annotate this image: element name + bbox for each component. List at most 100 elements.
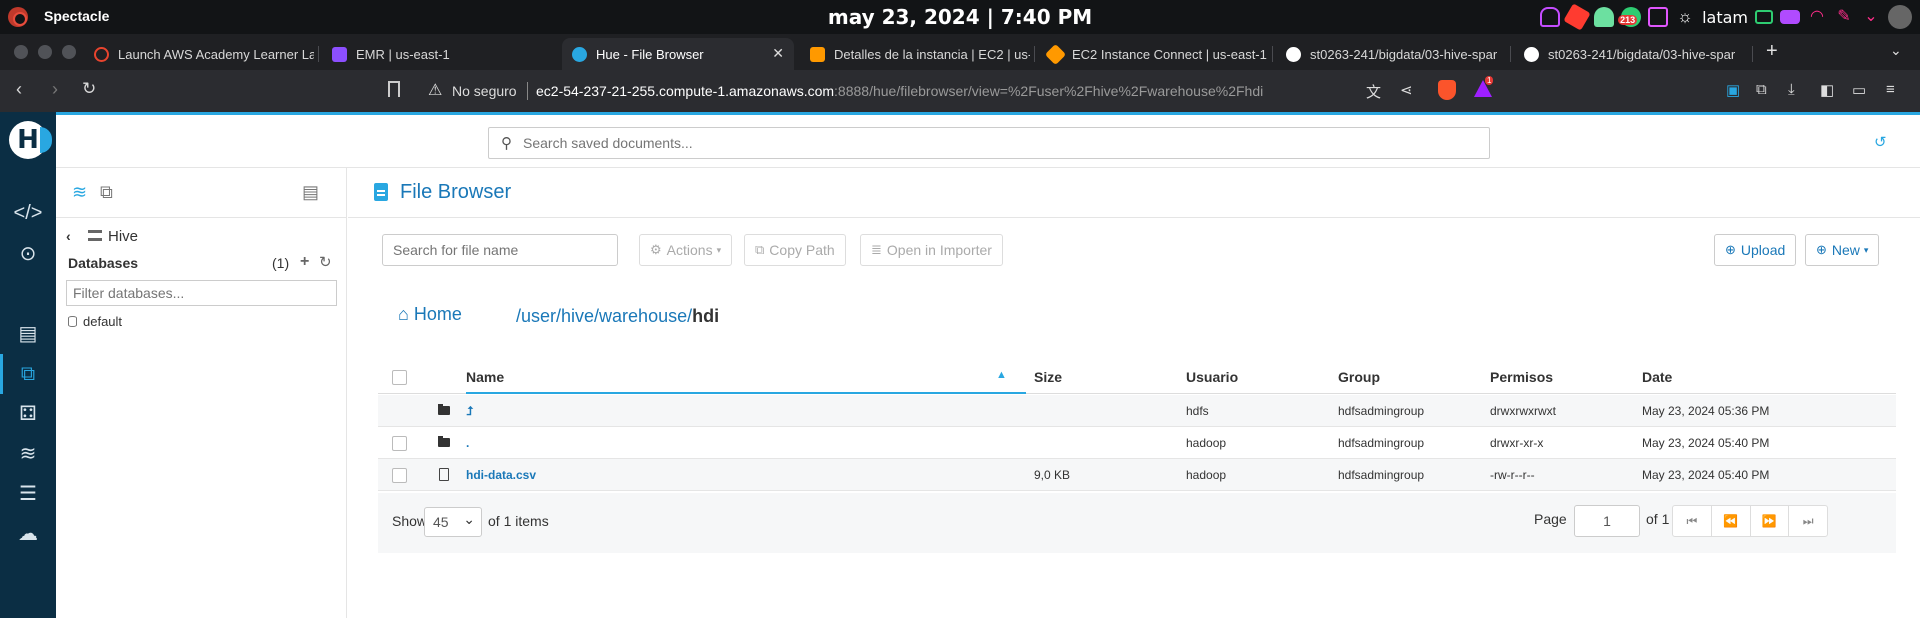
sidebar-icon[interactable]: ◧ <box>1820 81 1834 99</box>
table-row[interactable]: hdi-data.csv 9,0 KB hadoop hdfsadmingrou… <box>378 459 1896 491</box>
ghost-app-icon[interactable] <box>1594 7 1615 27</box>
browser-address-bar: ‹ › ↻ ⚠ No seguro ec2-54-237-21-255.comp… <box>0 70 1920 112</box>
tab-ec2-instance-details[interactable]: Detalles de la instancia | EC2 | us- <box>800 38 1030 70</box>
upload-button[interactable]: ⊕ Upload <box>1714 234 1797 266</box>
tab-github-2[interactable]: st0263-241/bigdata/03-hive-spar <box>1514 38 1744 70</box>
reload-icon[interactable]: ↻ <box>82 79 96 99</box>
warning-triangle-icon[interactable]: ⚠ <box>428 80 442 100</box>
new-dropdown-button[interactable]: ⊕ New ▾ <box>1805 234 1880 266</box>
new-tab-plus-icon[interactable]: + <box>1766 40 1778 63</box>
tray-expand-chevron-icon[interactable]: ⌄ <box>1861 7 1881 27</box>
file-name-link[interactable]: . <box>466 427 469 459</box>
brightness-icon[interactable]: ☼ <box>1675 7 1695 27</box>
column-header-size[interactable]: Size <box>1034 361 1062 393</box>
table-row[interactable]: . hadoop hdfsadmingroup drwxr-xr-x May 2… <box>378 427 1896 459</box>
sql-database-icon[interactable]: ≋ <box>72 182 87 203</box>
column-header-name[interactable]: Name <box>466 361 504 393</box>
refresh-icon[interactable]: ↻ <box>319 253 332 271</box>
file-name-search-input[interactable] <box>382 234 618 266</box>
column-header-group[interactable]: Group <box>1338 361 1380 393</box>
database-item-default[interactable]: default <box>68 314 122 329</box>
last-page-icon[interactable]: ⏭ <box>1789 506 1827 536</box>
editor-code-icon[interactable]: </> <box>0 199 56 227</box>
user-avatar[interactable] <box>1888 5 1912 29</box>
security-status[interactable]: No seguro <box>452 83 517 99</box>
bookmark-icon[interactable] <box>388 81 400 97</box>
window-minimize-button[interactable] <box>38 45 52 59</box>
pen-off-icon[interactable]: ✎ <box>1834 7 1854 27</box>
back-arrow-icon[interactable]: ‹ <box>16 79 22 100</box>
search-input[interactable] <box>523 132 1473 154</box>
select-all-checkbox[interactable] <box>392 370 407 385</box>
home-breadcrumb[interactable]: ⌂ Home <box>398 304 462 325</box>
hbase-cubes-icon[interactable]: ⚃ <box>0 400 56 428</box>
updates-icon[interactable]: 213 <box>1618 7 1642 27</box>
documents-folder-icon[interactable]: ▤ <box>0 320 56 348</box>
jobs-list-icon[interactable]: ☰ <box>0 480 56 508</box>
documents-icon[interactable]: ▤ <box>302 182 319 203</box>
app-hexagon-icon[interactable] <box>1563 3 1591 31</box>
database-icon[interactable]: ≋ <box>0 440 56 468</box>
saved-documents-search[interactable]: ⚲ <box>488 127 1490 159</box>
wifi-icon[interactable]: ◠ <box>1807 7 1827 27</box>
window-close-button[interactable] <box>14 45 28 59</box>
actions-dropdown-button[interactable]: ⚙ Actions ▾ <box>639 234 733 266</box>
brave-shields-icon[interactable] <box>1438 80 1456 100</box>
next-page-icon[interactable]: ⏩ <box>1751 506 1790 536</box>
tab-list-chevron-icon[interactable]: ⌄ <box>1890 42 1902 59</box>
hive-back-link[interactable]: Hive <box>108 228 138 245</box>
column-header-usuario[interactable]: Usuario <box>1186 361 1238 393</box>
page-size-select[interactable]: 45 <box>424 507 482 537</box>
first-page-icon[interactable]: ⏮ <box>1673 506 1712 536</box>
translate-icon[interactable]: 文 <box>1366 81 1381 102</box>
hdfs-files-icon[interactable]: ⧉ <box>100 182 113 203</box>
url-field[interactable]: ec2-54-237-21-255.compute-1.amazonaws.co… <box>536 83 1263 99</box>
sort-ascending-icon[interactable]: ▲ <box>996 369 1007 381</box>
column-header-permisos[interactable]: Permisos <box>1490 361 1553 393</box>
upload-arrow-icon: ⊕ <box>1725 242 1736 257</box>
extension-icon[interactable]: ▣ <box>1726 81 1740 99</box>
add-database-plus-icon[interactable]: + <box>300 253 309 271</box>
extensions-puzzle-icon[interactable]: ⧉ <box>1756 81 1767 98</box>
tab-github-1[interactable]: st0263-241/bigdata/03-hive-spar <box>1276 38 1506 70</box>
tab-emr[interactable]: EMR | us-east-1 <box>322 38 552 70</box>
file-name-link[interactable]: ⮥ <box>466 395 473 427</box>
file-browser-icon[interactable]: ⧉ <box>0 354 56 394</box>
share-icon[interactable]: ⋖ <box>1400 81 1413 99</box>
menu-icon[interactable]: ≡ <box>1886 81 1895 98</box>
history-icon[interactable]: ↺ <box>1874 133 1887 151</box>
app-name: Spectacle <box>44 8 110 24</box>
notification-bell-icon[interactable] <box>1540 7 1561 27</box>
filter-databases-input[interactable] <box>66 280 337 306</box>
brave-rewards-icon[interactable]: 1 <box>1474 76 1494 97</box>
page-number-input[interactable]: 1 <box>1574 505 1640 537</box>
row-checkbox[interactable] <box>392 436 407 451</box>
open-in-importer-button[interactable]: ≣ Open in Importer <box>860 234 1003 266</box>
keyboard-icon[interactable] <box>1780 10 1800 24</box>
clipboard-icon[interactable] <box>1648 7 1669 27</box>
column-header-date[interactable]: Date <box>1642 361 1672 393</box>
tab-aws-academy[interactable]: Launch AWS Academy Learner La <box>84 38 314 70</box>
github-favicon-icon <box>1286 46 1301 62</box>
back-chevron-icon[interactable]: ‹ <box>66 228 71 244</box>
path-breadcrumb[interactable]: /user/hive/warehouse/hdi <box>516 306 719 327</box>
close-tab-icon[interactable]: ✕ <box>772 45 784 62</box>
previous-page-icon[interactable]: ⏪ <box>1712 506 1751 536</box>
wallet-icon[interactable]: ▭ <box>1852 81 1866 99</box>
hue-logo[interactable]: H <box>0 112 56 168</box>
row-checkbox[interactable] <box>392 468 407 483</box>
keyboard-layout[interactable]: latam <box>1702 8 1748 27</box>
path-prefix[interactable]: /user/hive/warehouse/ <box>516 306 692 326</box>
table-row[interactable]: ⮥ hdfs hdfsadmingroup drwxrwxrwxt May 23… <box>378 395 1896 427</box>
hue-logo-icon: H <box>9 121 52 159</box>
scheduler-icon[interactable]: ⊙ <box>0 240 56 268</box>
tab-ec2-instance-connect[interactable]: EC2 Instance Connect | us-east-1 <box>1038 38 1268 70</box>
battery-icon[interactable] <box>1755 10 1773 24</box>
importer-cloud-upload-icon[interactable]: ☁ <box>0 520 56 548</box>
window-maximize-button[interactable] <box>62 45 76 59</box>
download-icon[interactable]: ⤓ <box>1788 81 1795 98</box>
file-name-link[interactable]: hdi-data.csv <box>466 459 536 491</box>
tab-hue-file-browser[interactable]: Hue - File Browser ✕ <box>562 38 794 70</box>
forward-arrow-icon[interactable]: › <box>52 79 58 100</box>
copy-path-button[interactable]: ⧉ Copy Path <box>744 234 846 266</box>
